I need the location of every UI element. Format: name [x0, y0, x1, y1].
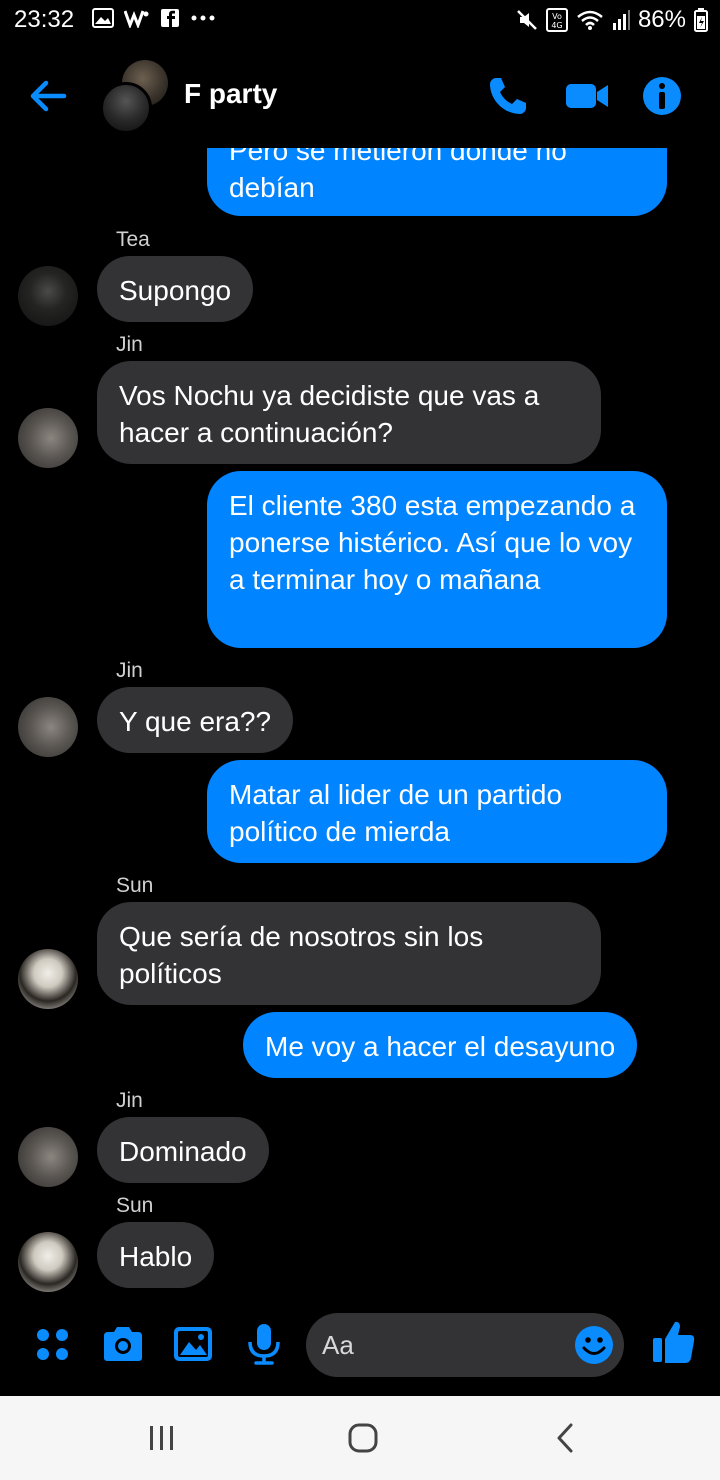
- home-icon[interactable]: [343, 1418, 383, 1458]
- camera-icon[interactable]: [101, 1322, 145, 1366]
- message-composer: Aa: [0, 1298, 720, 1396]
- message-bubble-outgoing[interactable]: Me voy a hacer el desayuno: [243, 1012, 638, 1078]
- sender-name: Sun: [116, 1194, 154, 1217]
- recent-apps-icon[interactable]: [142, 1418, 182, 1458]
- message-bubble-incoming[interactable]: Que sería de nosotros sin los políticos: [97, 902, 601, 1005]
- avatar-jin[interactable]: [18, 1127, 78, 1187]
- group-member-avatar: [100, 82, 152, 134]
- back-arrow-icon[interactable]: [26, 74, 70, 118]
- sender-name: Jin: [116, 1089, 143, 1112]
- avatar-jin[interactable]: [18, 408, 78, 468]
- mute-icon: [517, 10, 537, 30]
- group-avatar[interactable]: [100, 60, 170, 134]
- video-call-icon[interactable]: [564, 74, 610, 118]
- battery-percent: 86%: [637, 6, 686, 33]
- gallery-icon[interactable]: [171, 1322, 215, 1366]
- thumbs-up-icon[interactable]: [650, 1318, 696, 1366]
- avatar-sun[interactable]: [18, 1232, 78, 1292]
- avatar-jin[interactable]: [18, 697, 78, 757]
- volte-icon: Vo4G: [545, 8, 568, 32]
- sender-name: Jin: [116, 659, 143, 682]
- message-bubble-outgoing[interactable]: Matar al lider de un partido político de…: [207, 760, 667, 863]
- sender-name: Sun: [116, 874, 154, 897]
- message-bubble-incoming[interactable]: Hablo: [97, 1222, 215, 1288]
- avatar-tea[interactable]: [18, 266, 78, 326]
- message-bubble-incoming[interactable]: Y que era??: [97, 687, 294, 753]
- sender-name: Tea: [116, 228, 150, 251]
- message-bubble-incoming[interactable]: Dominado: [97, 1117, 269, 1183]
- status-time: 23:32: [14, 6, 75, 33]
- apps-icon[interactable]: [32, 1322, 74, 1366]
- phone-icon[interactable]: [486, 74, 530, 118]
- message-bubble-incoming[interactable]: Vos Nochu ya decidiste que vas a hacer a…: [97, 361, 601, 464]
- signal-icon: [612, 10, 630, 30]
- conversation-header: F party: [0, 52, 720, 142]
- system-icons: Vo 4G 86%: [516, 6, 708, 34]
- message-bubble-incoming[interactable]: Supongo: [97, 256, 254, 322]
- message-list[interactable]: Pero se metieron donde no debían Tea Sup…: [0, 148, 720, 1298]
- back-icon[interactable]: [545, 1418, 585, 1458]
- message-input-placeholder: Aa: [322, 1329, 354, 1360]
- message-bubble-outgoing[interactable]: Pero se metieron donde no debían: [207, 148, 667, 216]
- svg-text:4G: 4G: [551, 21, 562, 30]
- microphone-icon[interactable]: [242, 1322, 286, 1366]
- notification-icons: [92, 8, 216, 28]
- system-navigation-bar: [0, 1396, 720, 1480]
- gallery-icon: [92, 8, 114, 28]
- emoji-icon[interactable]: [574, 1325, 614, 1365]
- svg-text:Vo: Vo: [552, 12, 562, 21]
- status-bar: 23:32 Vo 4G 86%: [0, 0, 720, 44]
- battery-icon: [694, 8, 708, 32]
- sender-name: Jin: [116, 333, 143, 356]
- wordpress-icon: [124, 10, 149, 28]
- message-bubble-outgoing[interactable]: El cliente 380 esta empezando a ponerse …: [207, 471, 667, 648]
- wifi-icon: [577, 10, 603, 30]
- avatar-sun[interactable]: [18, 949, 78, 1009]
- more-icon: [191, 15, 215, 21]
- message-input[interactable]: Aa: [306, 1313, 624, 1377]
- facebook-icon: [161, 9, 179, 28]
- info-icon[interactable]: [640, 74, 684, 118]
- conversation-title[interactable]: F party: [184, 78, 277, 110]
